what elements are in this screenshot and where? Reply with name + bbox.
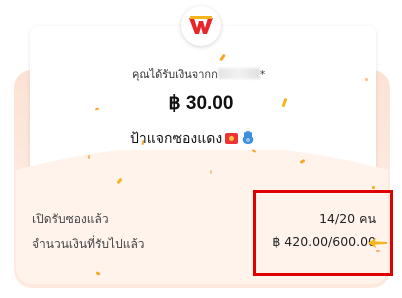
received-label: จำนวนเงินที่รับไปแล้ว (32, 237, 145, 251)
wallet-logo-icon (189, 16, 213, 34)
app-logo (181, 6, 221, 46)
confetti-piece (365, 78, 368, 81)
confetti-piece (372, 186, 375, 189)
envelope-title-line: ป้าแจกซองแดง (130, 128, 254, 150)
highlight-box (253, 190, 393, 276)
opened-label: เปิดรับซองแล้ว (32, 212, 109, 226)
received-amount: ฿ 30.00 (168, 93, 234, 114)
sender-suffix: * (259, 68, 266, 81)
hamsa-hand-icon (242, 131, 254, 144)
sender-prefix: คุณได้รับเงินจากก (132, 68, 218, 81)
blurred-sender-name (217, 68, 260, 79)
confetti-piece (210, 170, 212, 174)
red-envelope-icon (225, 133, 239, 144)
sender-line: คุณได้รับเงินจากก * (132, 65, 265, 83)
envelope-title: ป้าแจกซองแดง (130, 131, 223, 147)
